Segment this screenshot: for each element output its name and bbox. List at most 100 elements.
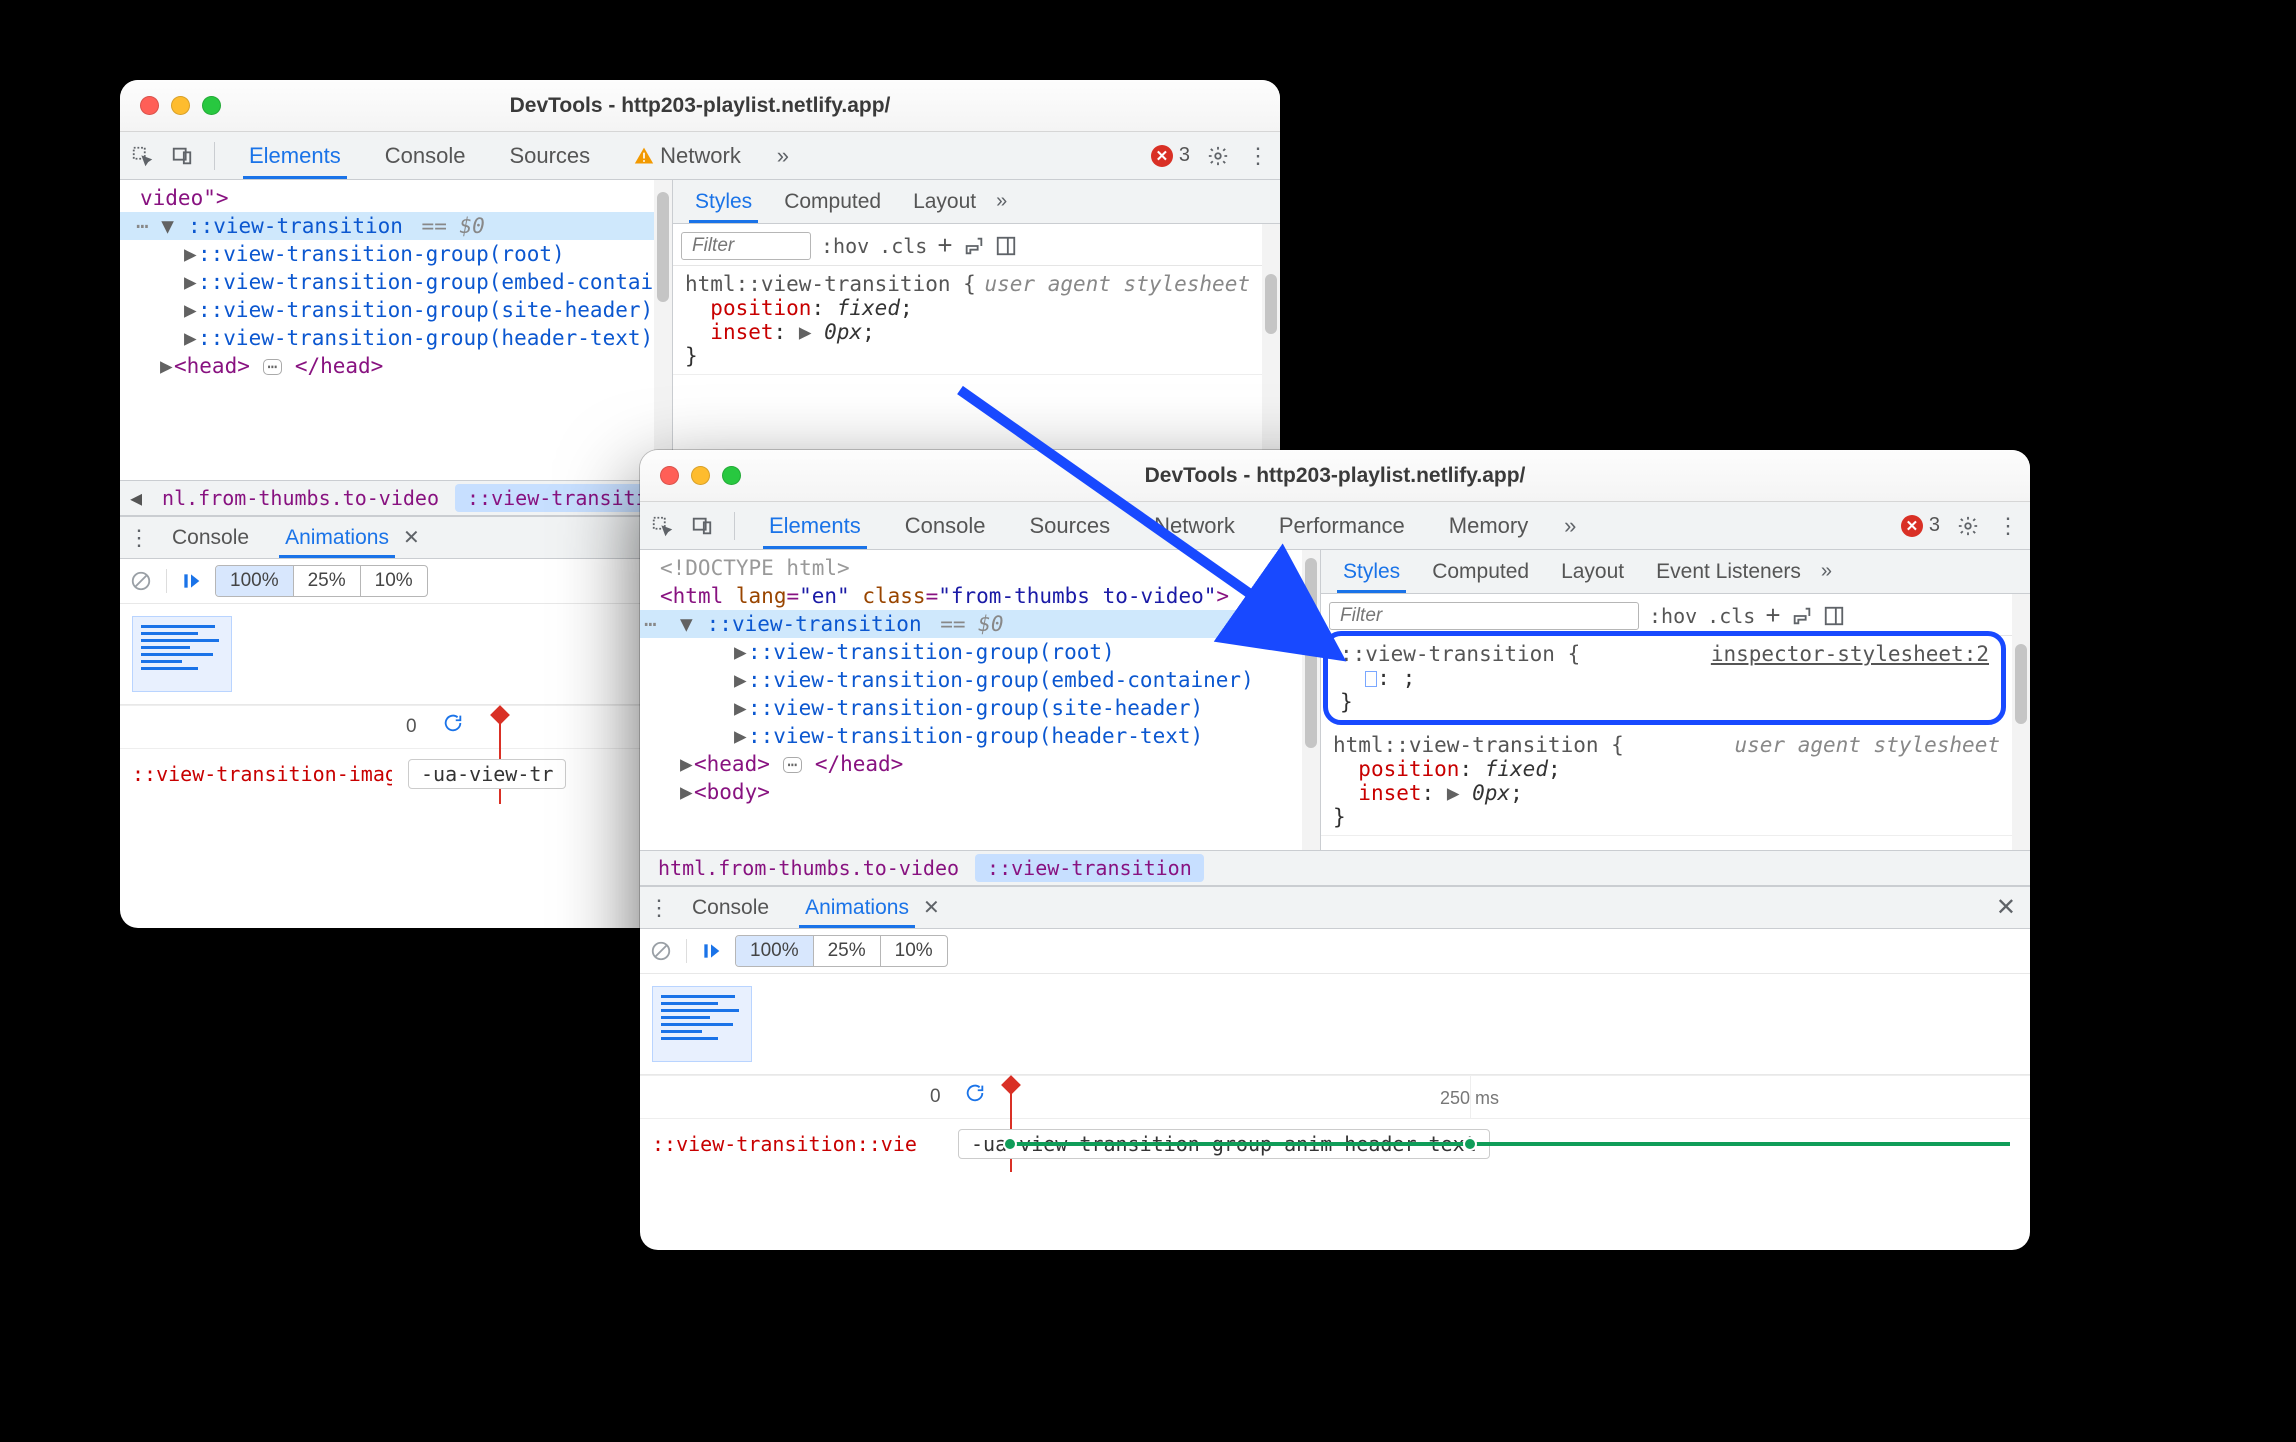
stylesheet-source[interactable]: user agent stylesheet <box>984 272 1250 296</box>
breadcrumb[interactable]: html.from-thumbs.to-video ::view-transit… <box>640 850 2030 886</box>
speed-100[interactable]: 100% <box>736 936 813 966</box>
tab-network[interactable]: Network <box>616 132 759 179</box>
tab-computed[interactable]: Computed <box>768 180 897 223</box>
ellipsis-icon[interactable]: ⋯ <box>783 757 803 773</box>
inspect-element-icon[interactable] <box>646 515 678 537</box>
scrollbar[interactable] <box>654 180 672 480</box>
tab-layout[interactable]: Layout <box>897 180 992 223</box>
animation-preview-thumb[interactable] <box>132 616 232 692</box>
new-style-rule-icon[interactable]: + <box>1765 600 1780 631</box>
playhead-icon[interactable] <box>1001 1075 1021 1095</box>
css-rule-inspector[interactable]: inspector-stylesheet:2 ::view-transition… <box>1323 631 2006 725</box>
tree-row-selected[interactable]: ⋯ ▼ ::view-transition == $0 <box>120 212 672 240</box>
close-drawer-icon[interactable]: ✕ <box>1988 893 2024 922</box>
styles-filter-input[interactable]: Filter <box>681 232 811 260</box>
titlebar[interactable]: DevTools - http203-playlist.netlify.app/ <box>640 450 2030 502</box>
tree-row[interactable]: ▶::view-transition-group(embed-container… <box>656 666 1320 694</box>
tab-console[interactable]: Console <box>887 502 1004 549</box>
timeline-restart-icon[interactable] <box>964 1082 986 1104</box>
scrollbar[interactable] <box>1262 224 1280 480</box>
ellipsis-icon[interactable]: ⋯ <box>263 359 283 375</box>
tab-elements[interactable]: Elements <box>751 502 879 549</box>
stylesheet-source[interactable]: inspector-stylesheet:2 <box>1711 642 1989 666</box>
animation-timeline[interactable]: 0 250 ms <box>640 1075 2030 1119</box>
speed-10[interactable]: 10% <box>360 566 427 596</box>
scrollbar[interactable] <box>2012 594 2030 850</box>
tree-row[interactable]: ▶::view-transition-group(root) <box>656 638 1320 666</box>
stylesheet-source[interactable]: user agent stylesheet <box>1734 733 2000 757</box>
close-window-button[interactable] <box>660 466 679 485</box>
more-tabs-icon[interactable]: » <box>1554 513 1586 539</box>
tab-performance[interactable]: Performance <box>1261 502 1423 549</box>
titlebar[interactable]: DevTools - http203-playlist.netlify.app/ <box>120 80 1280 132</box>
play-pause-icon[interactable] <box>701 941 721 961</box>
tree-row[interactable]: ▶::view-transition-group(header-text) <box>656 722 1320 750</box>
cls-toggle[interactable]: .cls <box>1707 604 1755 628</box>
error-count-badge[interactable]: ✕ 3 <box>1901 514 1940 537</box>
drawer-menu-icon[interactable]: ⋮ <box>646 895 672 921</box>
tab-elements[interactable]: Elements <box>231 132 359 179</box>
tree-row[interactable]: ▶::view-transition-group(embed-container… <box>136 268 672 296</box>
drawer-tab-animations[interactable]: Animations <box>789 887 925 928</box>
tree-row[interactable]: ▶<head> ⋯ </head> <box>656 750 1320 778</box>
tab-network[interactable]: Network <box>1136 502 1253 549</box>
crumb-item[interactable]: html.from-thumbs.to-video <box>646 854 971 882</box>
speed-25[interactable]: 25% <box>813 936 880 966</box>
tree-row[interactable]: ▶<head> ⋯ </head> <box>136 352 672 380</box>
tab-console[interactable]: Console <box>367 132 484 179</box>
tab-sources[interactable]: Sources <box>1011 502 1128 549</box>
tab-memory[interactable]: Memory <box>1431 502 1546 549</box>
tree-row[interactable]: ▶::view-transition-group(header-text) <box>136 324 672 352</box>
more-menu-icon[interactable]: ⋮ <box>1992 513 2024 539</box>
minimize-window-button[interactable] <box>171 96 190 115</box>
keyframe-dot[interactable] <box>1463 1137 1477 1151</box>
paint-brush-icon[interactable] <box>963 235 985 257</box>
cls-toggle[interactable]: .cls <box>879 234 927 258</box>
animation-name-label[interactable]: -ua-view-tr <box>408 759 566 789</box>
tab-computed[interactable]: Computed <box>1416 550 1545 593</box>
expand-shorthand-icon[interactable]: ▶ <box>1447 781 1460 805</box>
animation-preview-thumb[interactable] <box>652 986 752 1062</box>
scrollbar[interactable] <box>1302 550 1320 850</box>
error-count-badge[interactable]: ✕ 3 <box>1151 144 1190 167</box>
crumb-item[interactable]: nl.from-thumbs.to-video <box>150 484 451 512</box>
animation-track[interactable] <box>1010 1142 2010 1146</box>
tree-row[interactable]: <!DOCTYPE html> <box>656 554 1320 582</box>
zoom-window-button[interactable] <box>202 96 221 115</box>
crumb-scroll-left-icon[interactable]: ◀ <box>126 486 146 510</box>
dom-tree[interactable]: video"> ⋯ ▼ ::view-transition == $0 ▶::v… <box>120 180 672 386</box>
more-side-tabs-icon[interactable]: » <box>996 190 1007 213</box>
tab-layout[interactable]: Layout <box>1545 550 1640 593</box>
hov-toggle[interactable]: :hov <box>821 234 869 258</box>
play-pause-icon[interactable] <box>181 571 201 591</box>
tab-styles[interactable]: Styles <box>679 180 768 223</box>
more-tabs-icon[interactable]: » <box>767 143 799 169</box>
more-side-tabs-icon[interactable]: » <box>1821 560 1832 583</box>
tree-row-selected[interactable]: ⋯ ▼ ::view-transition == $0 <box>640 610 1320 638</box>
tree-row[interactable]: ▶::view-transition-group(site-header) <box>656 694 1320 722</box>
toggle-sidebar-icon[interactable] <box>1823 605 1845 627</box>
speed-100[interactable]: 100% <box>216 566 293 596</box>
playhead-icon[interactable] <box>490 705 510 725</box>
tree-row[interactable]: video"> <box>136 184 672 212</box>
timeline-restart-icon[interactable] <box>442 712 464 734</box>
speed-10[interactable]: 10% <box>880 936 947 966</box>
close-tab-icon[interactable]: ✕ <box>923 895 940 920</box>
animation-row[interactable]: ::view-transition::vie -ua-view-transiti… <box>640 1119 2030 1169</box>
device-toolbar-icon[interactable] <box>686 515 718 537</box>
dom-tree[interactable]: <!DOCTYPE html> <html lang="en" class="f… <box>640 550 1320 812</box>
new-style-rule-icon[interactable]: + <box>937 230 952 261</box>
close-window-button[interactable] <box>140 96 159 115</box>
settings-icon[interactable] <box>1952 515 1984 537</box>
speed-25[interactable]: 25% <box>293 566 360 596</box>
more-menu-icon[interactable]: ⋮ <box>1242 143 1274 169</box>
tab-sources[interactable]: Sources <box>491 132 608 179</box>
minimize-window-button[interactable] <box>691 466 710 485</box>
toggle-sidebar-icon[interactable] <box>995 235 1017 257</box>
tab-event-listeners[interactable]: Event Listeners <box>1640 550 1817 593</box>
tree-row[interactable]: ▶::view-transition-group(site-header) <box>136 296 672 324</box>
device-toolbar-icon[interactable] <box>166 145 198 167</box>
expand-shorthand-icon[interactable]: ▶ <box>799 320 812 344</box>
hov-toggle[interactable]: :hov <box>1649 604 1697 628</box>
settings-icon[interactable] <box>1202 145 1234 167</box>
